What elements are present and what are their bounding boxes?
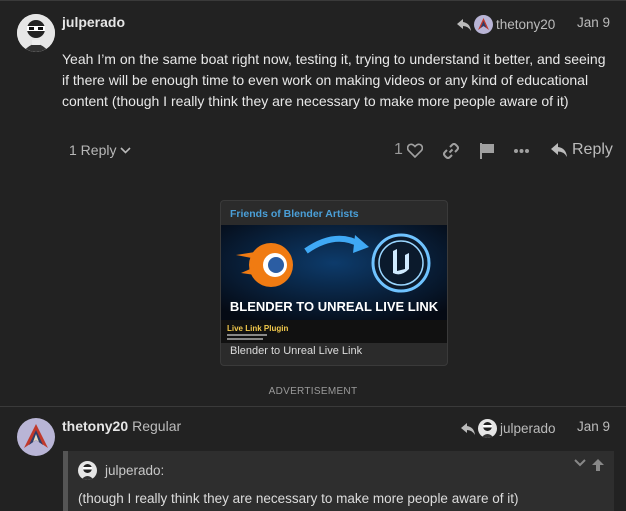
post-body: Yeah I’m on the same boat right now, tes… xyxy=(62,51,606,109)
username[interactable]: thetony20 Regular xyxy=(62,418,181,434)
quote-avatar xyxy=(78,461,97,480)
more-actions-button[interactable] xyxy=(514,149,529,153)
link-preview-card[interactable]: Friends of Blender Artists BLENDER TO UN… xyxy=(220,200,448,366)
mini-avatar-thetony20 xyxy=(474,15,493,34)
avatar-thetony20[interactable] xyxy=(17,418,55,456)
like-button[interactable]: 1 xyxy=(394,141,423,159)
link-preview-image[interactable]: BLENDER TO UNREAL LIVE LINK Live Link Pl… xyxy=(221,225,447,343)
reply-icon xyxy=(551,143,567,157)
post-date[interactable]: Jan 9 xyxy=(577,419,610,434)
quote-controls xyxy=(574,459,604,471)
like-count: 1 xyxy=(394,141,403,158)
username-text[interactable]: thetony20 xyxy=(62,418,128,434)
reply-arrow-icon xyxy=(457,18,471,31)
post-controls: 1 Reply 1 Reply xyxy=(0,140,626,164)
link-preview-title[interactable]: Blender to Unreal Live Link xyxy=(230,345,362,357)
flag-icon xyxy=(480,143,494,159)
link-icon xyxy=(443,143,459,159)
mini-avatar-julperado xyxy=(478,419,497,438)
avatar-julperado[interactable] xyxy=(17,14,55,52)
quote-text: (though I really think they are necessar… xyxy=(78,491,519,506)
image-subcaption: Live Link Plugin xyxy=(227,324,288,333)
reply-to-link[interactable]: julperado xyxy=(461,419,556,438)
flag-button[interactable] xyxy=(480,143,494,159)
quote-block: julperado: (though I really think they a… xyxy=(63,451,614,511)
chevron-down-icon xyxy=(120,146,132,154)
ellipsis-icon xyxy=(514,149,529,153)
reply-label: Reply xyxy=(572,141,613,158)
image-caption: BLENDER TO UNREAL LIVE LINK xyxy=(230,299,439,314)
user-title: Regular xyxy=(132,418,182,434)
reply-to-username: julperado xyxy=(500,421,556,436)
quote-username: julperado: xyxy=(105,463,165,478)
chevron-up-icon[interactable] xyxy=(592,459,604,471)
replies-toggle-button[interactable]: 1 Reply xyxy=(69,142,132,158)
username[interactable]: julperado xyxy=(62,14,125,30)
link-preview-source[interactable]: Friends of Blender Artists xyxy=(230,208,359,220)
top-divider xyxy=(0,0,626,1)
advertisement-label: ADVERTISEMENT xyxy=(268,386,358,397)
heart-icon xyxy=(406,142,423,158)
copy-link-button[interactable] xyxy=(443,143,459,159)
replies-label: 1 Reply xyxy=(69,142,117,158)
reply-arrow-icon xyxy=(461,422,475,435)
reply-to-link[interactable]: thetony20 xyxy=(457,15,555,34)
post-divider xyxy=(0,406,626,407)
chevron-down-icon[interactable] xyxy=(574,459,586,467)
reply-to-username: thetony20 xyxy=(496,17,556,32)
quote-header: julperado: xyxy=(78,461,164,480)
reply-button[interactable]: Reply xyxy=(551,141,613,159)
unreal-logo-icon xyxy=(371,233,431,293)
post-date[interactable]: Jan 9 xyxy=(577,15,610,30)
